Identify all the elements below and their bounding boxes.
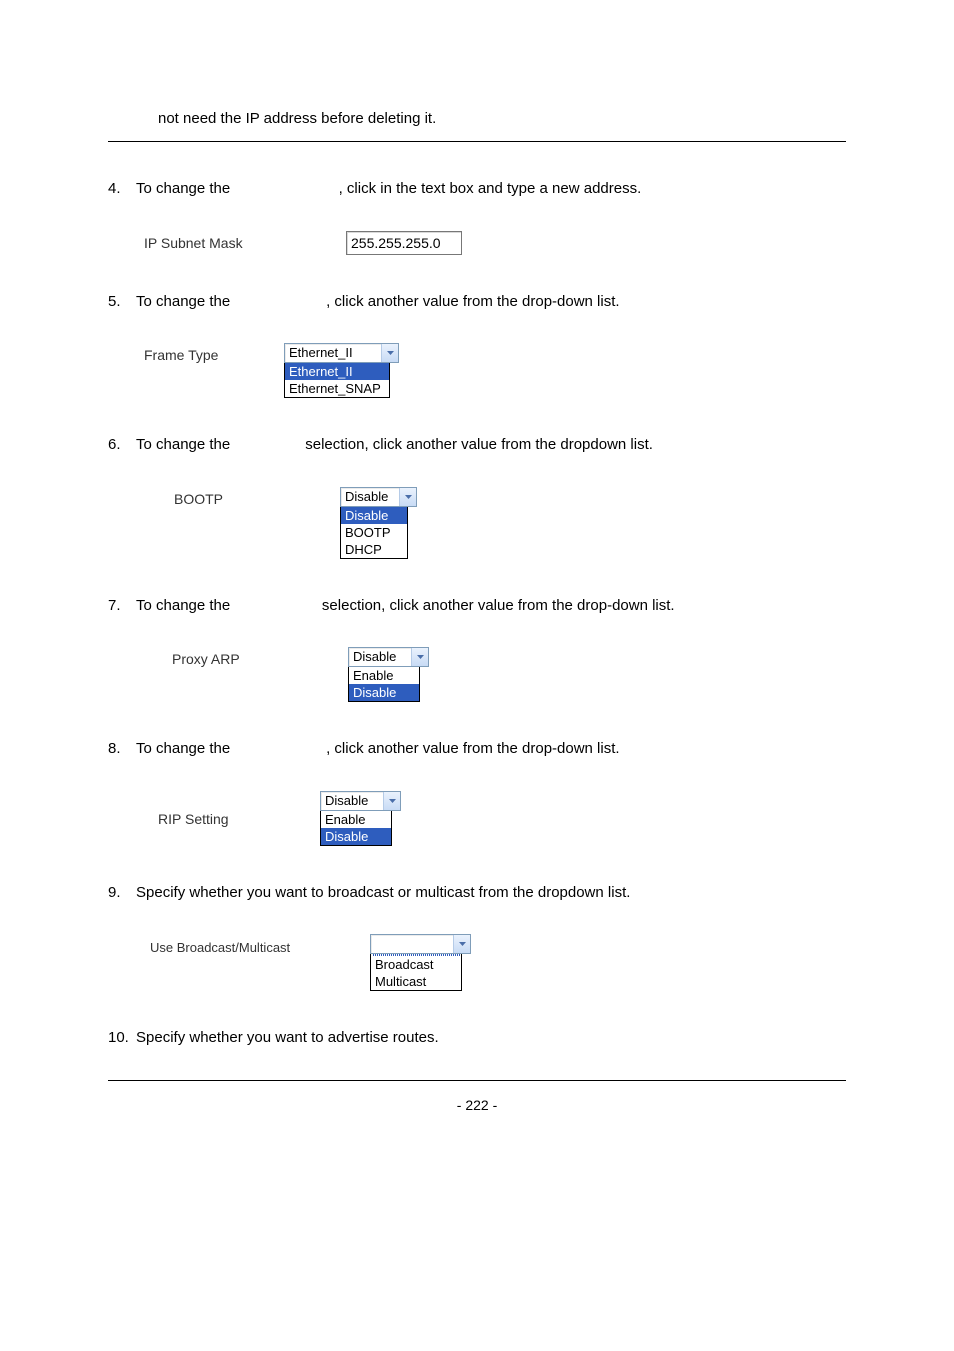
frame-type-dropdown[interactable]: Ethernet_II Ethernet_II Ethernet_SNAP (284, 343, 399, 398)
dropdown-selected-value: Disable (349, 648, 411, 666)
proxy-arp-dropdown[interactable]: Disable Enable Disable (348, 647, 429, 702)
step-8: 8. To change the , click another value f… (108, 738, 846, 761)
step-text: To change the , click another value from… (136, 291, 846, 314)
step-list: 4. To change the , click in the text box… (108, 178, 846, 201)
continuation-text: not need the IP address before deleting … (158, 110, 846, 127)
dropdown-combo[interactable] (370, 934, 471, 954)
dropdown-selected-value: Disable (341, 488, 399, 506)
dropdown-option[interactable]: Disable (321, 828, 391, 845)
dropdown-option[interactable]: BOOTP (341, 524, 407, 541)
step-number: 6. (108, 434, 136, 457)
figure-frame-type: Frame Type Ethernet_II Ethernet_II Ether… (144, 343, 846, 398)
figure-ip-subnet: IP Subnet Mask (144, 231, 846, 255)
dropdown-option[interactable]: Ethernet_II (285, 363, 389, 380)
rip-setting-dropdown[interactable]: Disable Enable Disable (320, 791, 401, 846)
chevron-down-icon[interactable] (411, 648, 428, 666)
figure-bootp: BOOTP Disable Disable BOOTP DHCP (144, 487, 846, 559)
dropdown-option[interactable]: Disable (341, 507, 407, 524)
step-text: To change the selection, click another v… (136, 434, 846, 457)
step-list: 10. Specify whether you want to advertis… (108, 1027, 846, 1050)
label-ip-subnet-mask: IP Subnet Mask (144, 231, 346, 251)
broadcast-multicast-dropdown[interactable]: Broadcast Multicast (370, 934, 471, 991)
step-number: 5. (108, 291, 136, 314)
step-text: To change the , click in the text box an… (136, 178, 846, 201)
dropdown-list: Ethernet_II Ethernet_SNAP (284, 363, 390, 398)
step-9: 9. Specify whether you want to broadcast… (108, 882, 846, 905)
step-list: 8. To change the , click another value f… (108, 738, 846, 761)
horizontal-rule-top (108, 141, 846, 142)
step-10: 10. Specify whether you want to advertis… (108, 1027, 846, 1050)
chevron-down-icon[interactable] (399, 488, 416, 506)
step-6: 6. To change the selection, click anothe… (108, 434, 846, 457)
chevron-down-icon[interactable] (453, 935, 470, 953)
dropdown-list: Broadcast Multicast (370, 954, 462, 991)
step-text: Specify whether you want to broadcast or… (136, 882, 846, 905)
dropdown-option[interactable]: Enable (349, 667, 419, 684)
step-text: To change the selection, click another v… (136, 595, 846, 618)
dropdown-selected-value (371, 935, 453, 953)
figure-proxy-arp: Proxy ARP Disable Enable Disable (144, 647, 846, 702)
step-7: 7. To change the selection, click anothe… (108, 595, 846, 618)
label-proxy-arp: Proxy ARP (144, 647, 348, 667)
step-5: 5. To change the , click another value f… (108, 291, 846, 314)
dropdown-combo[interactable]: Disable (340, 487, 417, 507)
page: not need the IP address before deleting … (0, 0, 954, 1351)
step-list: 5. To change the , click another value f… (108, 291, 846, 314)
chevron-down-icon[interactable] (381, 344, 398, 362)
dropdown-option[interactable]: DHCP (341, 541, 407, 558)
bootp-dropdown[interactable]: Disable Disable BOOTP DHCP (340, 487, 417, 559)
horizontal-rule-bottom (108, 1080, 846, 1081)
page-number: - 222 - (108, 1097, 846, 1113)
chevron-down-icon[interactable] (383, 792, 400, 810)
label-broadcast-multicast: Use Broadcast/Multicast (144, 934, 370, 955)
dropdown-option[interactable]: Multicast (371, 973, 461, 990)
ip-subnet-mask-input[interactable] (346, 231, 462, 255)
step-4: 4. To change the , click in the text box… (108, 178, 846, 201)
step-number: 8. (108, 738, 136, 761)
step-list: 7. To change the selection, click anothe… (108, 595, 846, 618)
step-number: 10. (108, 1027, 136, 1050)
step-text: Specify whether you want to advertise ro… (136, 1027, 846, 1050)
dropdown-option[interactable]: Ethernet_SNAP (285, 380, 389, 397)
step-number: 9. (108, 882, 136, 905)
label-bootp: BOOTP (144, 487, 340, 507)
dropdown-list: Disable BOOTP DHCP (340, 507, 408, 559)
step-list: 9. Specify whether you want to broadcast… (108, 882, 846, 905)
dropdown-combo[interactable]: Disable (320, 791, 401, 811)
figure-broadcast-multicast: Use Broadcast/Multicast Broadcast Multic… (144, 934, 846, 991)
step-number: 7. (108, 595, 136, 618)
dropdown-combo[interactable]: Ethernet_II (284, 343, 399, 363)
dropdown-option[interactable]: Broadcast (371, 956, 461, 973)
dropdown-combo[interactable]: Disable (348, 647, 429, 667)
dropdown-list: Enable Disable (348, 667, 420, 702)
dropdown-option[interactable]: Enable (321, 811, 391, 828)
step-number: 4. (108, 178, 136, 201)
figure-rip-setting: RIP Setting Disable Enable Disable (144, 791, 846, 846)
label-frame-type: Frame Type (144, 343, 284, 363)
dropdown-selected-value: Ethernet_II (285, 344, 381, 362)
step-text: To change the , click another value from… (136, 738, 846, 761)
step-list: 6. To change the selection, click anothe… (108, 434, 846, 457)
dropdown-selected-value: Disable (321, 792, 383, 810)
label-rip-setting: RIP Setting (144, 791, 320, 827)
dropdown-option[interactable]: Disable (349, 684, 419, 701)
dropdown-list: Enable Disable (320, 811, 392, 846)
